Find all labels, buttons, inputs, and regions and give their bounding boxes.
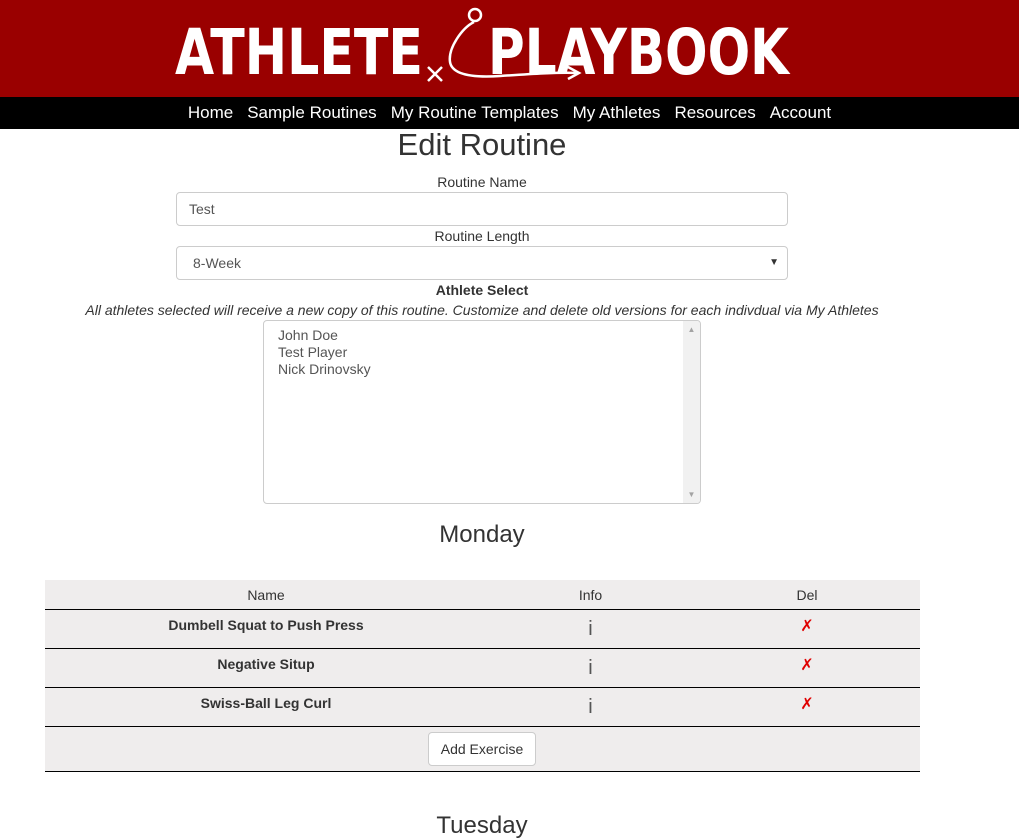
info-icon[interactable]: i bbox=[487, 649, 694, 687]
table-row: Swiss-Ball Leg Curl i ✗ bbox=[45, 688, 920, 727]
routine-length-label: Routine Length bbox=[434, 228, 530, 244]
nav-account[interactable]: Account bbox=[770, 103, 831, 123]
table-row: Dumbell Squat to Push Press i ✗ bbox=[45, 610, 920, 649]
athlete-listbox[interactable]: John Doe Test Player Nick Drinovsky ▲ ▼ bbox=[263, 320, 701, 504]
nav-home[interactable]: Home bbox=[188, 103, 233, 123]
exercise-name: Swiss-Ball Leg Curl bbox=[200, 695, 332, 711]
scroll-up-arrow-icon[interactable]: ▲ bbox=[683, 325, 700, 334]
main-navbar: Home Sample Routines My Routine Template… bbox=[0, 97, 1019, 129]
column-header-info: Info bbox=[578, 587, 603, 603]
athlete-option[interactable]: John Doe bbox=[264, 327, 700, 344]
delete-icon[interactable]: ✗ bbox=[694, 610, 920, 648]
scroll-down-arrow-icon[interactable]: ▼ bbox=[683, 490, 700, 499]
day-title-monday: Monday bbox=[439, 521, 525, 548]
exercise-name: Negative Situp bbox=[217, 656, 315, 672]
add-exercise-button[interactable]: Add Exercise bbox=[428, 732, 536, 766]
info-icon[interactable]: i bbox=[487, 610, 694, 648]
info-icon[interactable]: i bbox=[487, 688, 694, 726]
dropdown-caret-icon: ▼ bbox=[769, 257, 779, 268]
athlete-option[interactable]: Nick Drinovsky bbox=[264, 361, 700, 378]
listbox-scrollbar[interactable]: ▲ ▼ bbox=[683, 321, 700, 503]
routine-length-select[interactable]: 8-Week ▼ bbox=[176, 246, 788, 280]
athlete-select-note: All athletes selected will receive a new… bbox=[85, 302, 879, 318]
nav-resources[interactable]: Resources bbox=[674, 103, 755, 123]
nav-sample-routines[interactable]: Sample Routines bbox=[247, 103, 376, 123]
column-header-name: Name bbox=[247, 587, 285, 603]
nav-my-routine-templates[interactable]: My Routine Templates bbox=[391, 103, 559, 123]
logo-word-athlete: ATHLETE bbox=[175, 16, 423, 89]
nav-my-athletes[interactable]: My Athletes bbox=[573, 103, 661, 123]
exercise-name: Dumbell Squat to Push Press bbox=[168, 617, 364, 633]
routine-length-value: 8-Week bbox=[193, 255, 241, 271]
exercise-table-monday: Name Info Del Dumbell Squat to Push Pres… bbox=[45, 580, 920, 772]
column-header-del: Del bbox=[796, 587, 818, 603]
day-title-tuesday: Tuesday bbox=[436, 812, 528, 839]
routine-name-label: Routine Name bbox=[437, 174, 527, 190]
logo-word-playbook: PLAYBOOK bbox=[488, 16, 791, 89]
header-banner: ATHLETE PLAYBOOK bbox=[0, 0, 1019, 97]
athlete-select-label: Athlete Select bbox=[435, 282, 529, 298]
routine-name-input[interactable]: Test bbox=[176, 192, 788, 226]
table-header: Name Info Del bbox=[45, 580, 920, 610]
delete-icon[interactable]: ✗ bbox=[694, 649, 920, 687]
page-title: Edit Routine bbox=[397, 127, 567, 162]
table-row: Negative Situp i ✗ bbox=[45, 649, 920, 688]
athlete-option[interactable]: Test Player bbox=[264, 344, 700, 361]
site-logo[interactable]: ATHLETE PLAYBOOK bbox=[0, 0, 1019, 97]
delete-icon[interactable]: ✗ bbox=[694, 688, 920, 726]
table-footer: Add Exercise bbox=[45, 727, 920, 772]
